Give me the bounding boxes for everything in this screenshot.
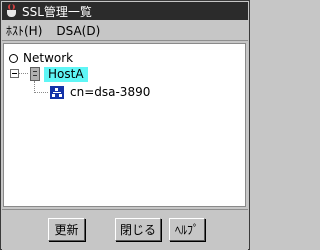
- server-icon: [30, 67, 40, 81]
- tree-node-dsa-label: cn=dsa-3890: [70, 85, 151, 99]
- tree-node-dsa[interactable]: cn=dsa-3890: [50, 84, 150, 100]
- tree-connector: [34, 92, 48, 94]
- window-title: SSL管理一覧: [22, 4, 92, 19]
- ssl-management-window: SSL管理一覧 ﾎｽﾄ(H) DSA(D) Network HostA cn=d…: [0, 0, 250, 250]
- dsa-network-icon: [50, 85, 64, 99]
- tree-connector: [19, 73, 28, 75]
- refresh-button[interactable]: 更新: [48, 218, 85, 241]
- tree-node-network-label: Network: [23, 51, 74, 65]
- java-cup-icon: [5, 4, 19, 18]
- tree-node-network[interactable]: Network: [9, 50, 73, 66]
- collapse-toggle-icon[interactable]: [10, 69, 19, 78]
- menu-bar: ﾎｽﾄ(H) DSA(D): [2, 21, 248, 41]
- menu-dsa[interactable]: DSA(D): [56, 24, 100, 38]
- help-button[interactable]: ﾍﾙﾌﾟ: [169, 218, 205, 241]
- close-button[interactable]: 閉じる: [115, 218, 161, 241]
- title-bar[interactable]: SSL管理一覧: [2, 2, 248, 20]
- button-bar: 更新 閉じる ﾍﾙﾌﾟ: [2, 209, 248, 250]
- tree-node-host[interactable]: HostA: [30, 66, 88, 82]
- menu-host[interactable]: ﾎｽﾄ(H): [6, 22, 42, 39]
- network-tree: Network HostA cn=dsa-3890: [3, 43, 246, 207]
- network-root-icon: [9, 53, 18, 63]
- tree-node-host-label: HostA: [44, 66, 88, 82]
